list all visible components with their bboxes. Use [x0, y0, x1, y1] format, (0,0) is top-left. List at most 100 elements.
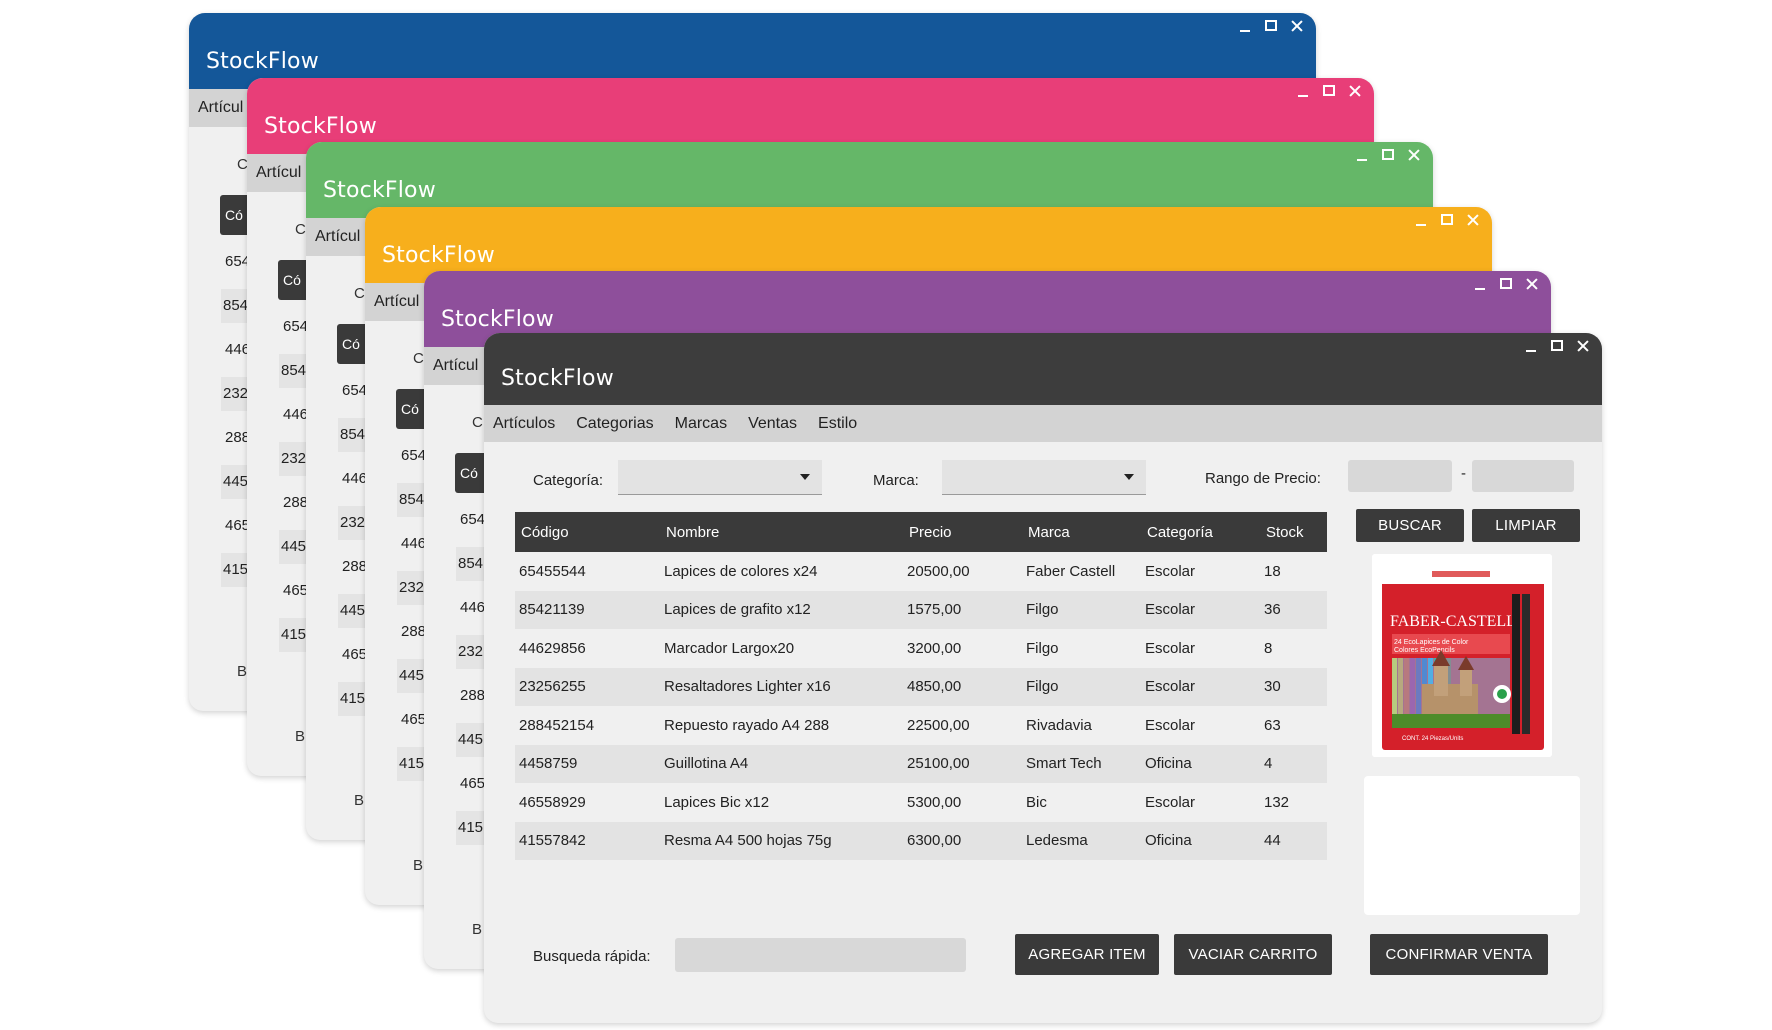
app-title: StockFlow — [264, 114, 377, 139]
price-max-input[interactable] — [1472, 460, 1574, 492]
brand-label: Marca: — [873, 472, 919, 489]
app-title: StockFlow — [382, 243, 495, 268]
maximize-icon[interactable] — [1381, 148, 1395, 162]
table-row[interactable]: 46558929 Lapices Bic x12 5300,00 Bic Esc… — [515, 783, 1327, 822]
category-label: Categoría: — [533, 472, 604, 489]
cell-stock: 44 — [1260, 821, 1327, 860]
table-row[interactable]: 23256255 Resaltadores Lighter x16 4850,0… — [515, 667, 1327, 706]
cell-name: Guillotina A4 — [660, 744, 903, 783]
table-row[interactable]: 288452154 Repuesto rayado A4 288 22500,0… — [515, 706, 1327, 745]
maximize-icon[interactable] — [1322, 84, 1336, 98]
table-row[interactable]: 44629856 Marcador Largox20 3200,00 Filgo… — [515, 629, 1327, 668]
table-row[interactable]: 41557842 Resma A4 500 hojas 75g 6300,00 … — [515, 821, 1327, 860]
cell-code: 65455544 — [515, 552, 660, 591]
column-header-stock[interactable]: Stock — [1260, 512, 1327, 552]
quick-search-fragment: B — [237, 663, 248, 680]
cell-code: 23256255 — [515, 667, 660, 706]
cell-brand: Filgo — [1022, 629, 1141, 668]
cell-brand: Faber Castell — [1022, 552, 1141, 591]
close-icon[interactable] — [1290, 19, 1304, 33]
app-window-main: StockFlow Artículos Categorias Marcas Ve… — [484, 333, 1602, 1023]
quick-search-input[interactable] — [675, 938, 966, 972]
maximize-icon[interactable] — [1440, 213, 1454, 227]
cell-category: Escolar — [1141, 552, 1260, 591]
menu-item-estilo[interactable]: Estilo — [818, 415, 857, 433]
cell-price: 4850,00 — [903, 667, 1022, 706]
cell-category: Escolar — [1141, 706, 1260, 745]
chevron-down-icon — [800, 474, 810, 480]
column-header-category[interactable]: Categoría — [1141, 512, 1260, 552]
castle-illustration — [1392, 650, 1510, 728]
app-title: StockFlow — [206, 49, 319, 74]
table-row[interactable]: 65455544 Lapices de colores x24 20500,00… — [515, 552, 1327, 591]
app-title: StockFlow — [501, 366, 614, 391]
column-header-brand[interactable]: Marca — [1022, 512, 1141, 552]
brand-select[interactable] — [942, 460, 1146, 495]
cell-code: 288452154 — [515, 706, 660, 745]
close-icon[interactable] — [1348, 84, 1362, 98]
title-bar[interactable]: StockFlow — [484, 333, 1602, 405]
price-min-input[interactable] — [1348, 460, 1452, 492]
empty-cart-button[interactable]: VACIAR CARRITO — [1174, 934, 1332, 975]
cell-stock: 18 — [1260, 552, 1327, 591]
close-icon[interactable] — [1407, 148, 1421, 162]
filter-label-fragment: C — [472, 414, 483, 431]
cell-price: 25100,00 — [903, 744, 1022, 783]
menu-item-articulos[interactable]: Artícul — [256, 164, 301, 182]
table-row[interactable]: 4458759 Guillotina A4 25100,00 Smart Tec… — [515, 744, 1327, 783]
column-header-name[interactable]: Nombre — [660, 512, 903, 552]
column-header-code[interactable]: Código — [515, 512, 660, 552]
cell-category: Oficina — [1141, 744, 1260, 783]
close-icon[interactable] — [1525, 277, 1539, 291]
add-item-button[interactable]: AGREGAR ITEM — [1015, 934, 1159, 975]
table-row[interactable]: 85421139 Lapices de grafito x12 1575,00 … — [515, 590, 1327, 629]
cell-name: Repuesto rayado A4 288 — [660, 706, 903, 745]
filter-label-fragment: C — [295, 221, 306, 238]
minimize-icon[interactable] — [1355, 148, 1369, 162]
category-select[interactable] — [618, 460, 822, 495]
menu-item-articulos[interactable]: Artícul — [433, 357, 478, 375]
close-icon[interactable] — [1576, 339, 1590, 353]
cell-brand: Filgo — [1022, 667, 1141, 706]
search-button[interactable]: BUSCAR — [1356, 509, 1464, 542]
minimize-icon[interactable] — [1414, 213, 1428, 227]
cell-brand: Smart Tech — [1022, 744, 1141, 783]
box-line-2: Colores EcoPencils — [1394, 647, 1455, 654]
menu-item-marcas[interactable]: Marcas — [675, 415, 727, 433]
close-icon[interactable] — [1466, 213, 1480, 227]
product-image: FABER-CASTELL 24 EcoLapices de Color Col… — [1372, 554, 1552, 757]
price-range-label: Rango de Precio: — [1205, 470, 1321, 487]
chevron-down-icon — [1124, 474, 1134, 480]
cell-category: Escolar — [1141, 783, 1260, 822]
cell-stock: 30 — [1260, 667, 1327, 706]
quick-search-fragment: B — [472, 921, 483, 938]
box-line-1: 24 EcoLapices de Color — [1394, 639, 1469, 646]
menu-item-ventas[interactable]: Ventas — [748, 415, 797, 433]
minimize-icon[interactable] — [1524, 339, 1538, 353]
maximize-icon[interactable] — [1264, 19, 1278, 33]
minimize-icon[interactable] — [1296, 84, 1310, 98]
cell-category: Escolar — [1141, 590, 1260, 629]
menu-item-articulos[interactable]: Artícul — [198, 99, 243, 117]
quick-search-fragment: B — [354, 792, 365, 809]
confirm-sale-button[interactable]: CONFIRMAR VENTA — [1370, 934, 1548, 975]
menu-item-articulos[interactable]: Artícul — [374, 293, 419, 311]
minimize-icon[interactable] — [1473, 277, 1487, 291]
menu-item-articulos[interactable]: Artículos — [493, 415, 555, 433]
cell-name: Lapices de grafito x12 — [660, 590, 903, 629]
maximize-icon[interactable] — [1550, 339, 1564, 353]
cell-brand: Rivadavia — [1022, 706, 1141, 745]
box-footer: CONT. 24 Piezas/Units — [1402, 736, 1463, 742]
cart-panel — [1364, 776, 1580, 915]
clear-button[interactable]: LIMPIAR — [1472, 509, 1580, 542]
cell-stock: 63 — [1260, 706, 1327, 745]
minimize-icon[interactable] — [1238, 19, 1252, 33]
cell-code: 4458759 — [515, 744, 660, 783]
maximize-icon[interactable] — [1499, 277, 1513, 291]
menu-item-articulos[interactable]: Artícul — [315, 228, 360, 246]
pencil-box-icon: FABER-CASTELL 24 EcoLapices de Color Col… — [1372, 554, 1552, 757]
cell-price: 6300,00 — [903, 821, 1022, 860]
menu-item-categorias[interactable]: Categorias — [576, 415, 653, 433]
column-header-price[interactable]: Precio — [903, 512, 1022, 552]
box-brand: FABER-CASTELL — [1390, 613, 1516, 630]
